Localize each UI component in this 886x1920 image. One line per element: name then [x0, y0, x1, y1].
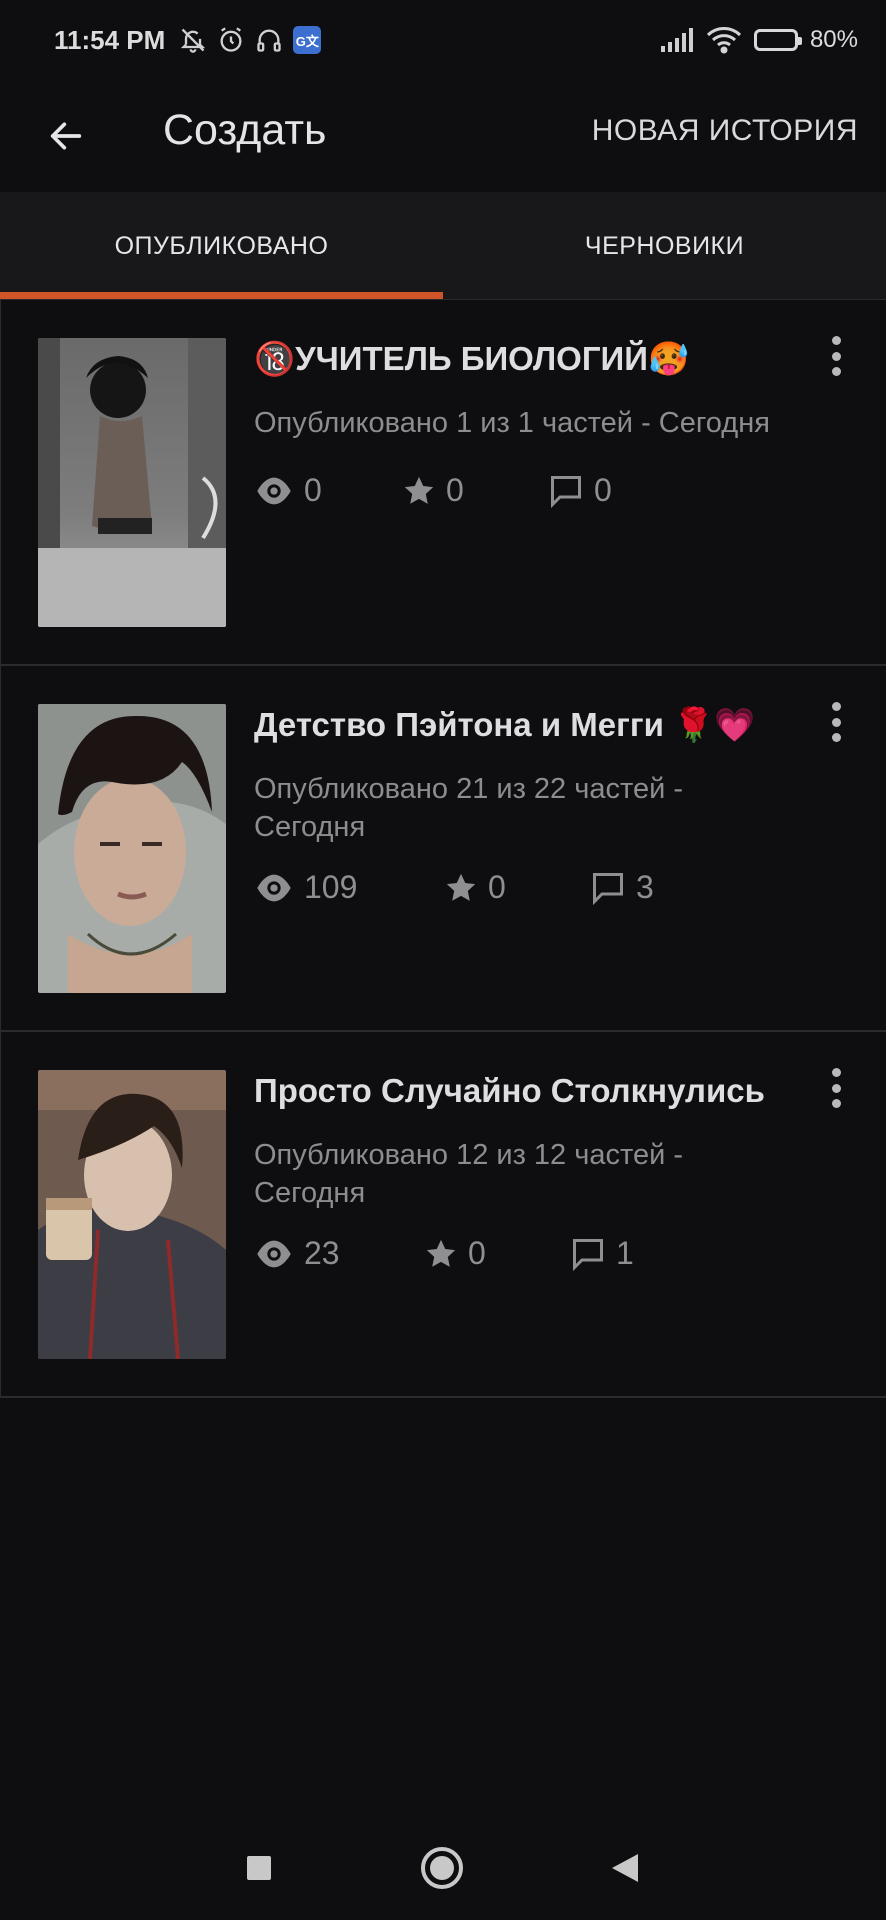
- views-stat: 109: [254, 869, 444, 906]
- notification-icons: G文: [179, 26, 322, 54]
- story-title[interactable]: Просто Случайно Столкнулись: [254, 1072, 794, 1110]
- comments-count: 0: [594, 472, 612, 508]
- mute-bell-icon: [181, 28, 206, 53]
- back-triangle-icon: [612, 1854, 638, 1882]
- signal-icon: [660, 28, 693, 52]
- star-icon: [426, 1239, 456, 1267]
- story-status: Опубликовано 12 из 12 частей - Сегодня: [254, 1139, 683, 1209]
- comment-icon: [551, 475, 581, 508]
- new-story-button[interactable]: НОВАЯ ИСТОРИЯ: [592, 114, 858, 148]
- system-nav-bar: [0, 1820, 886, 1920]
- story-item[interactable]: Просто Случайно Столкнулись Опубликовано…: [0, 1032, 886, 1398]
- recents-square-icon: [247, 1856, 271, 1880]
- status-right: 80%: [660, 26, 858, 54]
- tab-published[interactable]: ОПУБЛИКОВАНО: [0, 192, 443, 300]
- tab-bar: ОПУБЛИКОВАНО ЧЕРНОВИКИ: [0, 192, 886, 300]
- votes-stat: 0: [402, 472, 548, 509]
- comment-icon: [573, 1238, 603, 1271]
- nav-back-button[interactable]: [595, 1838, 655, 1898]
- star-icon: [404, 476, 434, 504]
- story-status: Опубликовано 21 из 22 частей - Сегодня: [254, 773, 683, 843]
- arrow-left-icon: [50, 122, 82, 150]
- views-count: 0: [304, 472, 322, 508]
- eye-icon: [257, 477, 291, 504]
- story-title[interactable]: Детство Пэйтона и Мегги 🌹💗: [254, 706, 794, 745]
- story-stats: 0 0 0: [254, 472, 612, 509]
- back-button[interactable]: [38, 108, 94, 164]
- home-button[interactable]: [412, 1838, 472, 1898]
- votes-stat: 0: [444, 869, 590, 906]
- headphones-icon: [257, 29, 281, 52]
- battery-percent: 80%: [809, 26, 858, 53]
- comments-count: 3: [636, 869, 654, 905]
- views-count: 23: [304, 1235, 340, 1271]
- battery-icon: [753, 29, 802, 51]
- story-stats: 23 0 1: [254, 1235, 634, 1272]
- star-icon: [446, 873, 476, 901]
- eye-icon: [257, 874, 291, 901]
- story-item[interactable]: 🔞УЧИТЕЛЬ БИОЛОГИЙ🥵 Опубликовано 1 из 1 ч…: [0, 300, 886, 666]
- tab-drafts[interactable]: ЧЕРНОВИКИ: [443, 192, 886, 300]
- eye-icon: [257, 1240, 291, 1267]
- story-cover-image: [38, 1070, 226, 1359]
- tab-indicator: [0, 292, 443, 299]
- comments-count: 1: [616, 1235, 634, 1271]
- views-count: 109: [304, 869, 358, 905]
- story-stats: 109 0 3: [254, 869, 654, 906]
- votes-count: 0: [446, 472, 464, 508]
- votes-count: 0: [488, 869, 506, 905]
- alarm-icon: [220, 27, 242, 52]
- votes-count: 0: [468, 1235, 486, 1271]
- story-list: 🔞УЧИТЕЛЬ БИОЛОГИЙ🥵 Опубликовано 1 из 1 ч…: [0, 300, 886, 1398]
- story-title[interactable]: 🔞УЧИТЕЛЬ БИОЛОГИЙ🥵: [254, 340, 794, 379]
- status-left: 11:54 PM G文: [54, 24, 322, 56]
- status-time: 11:54 PM: [54, 24, 166, 55]
- story-cover-image: [38, 338, 226, 627]
- story-status: Опубликовано 1 из 1 частей - Сегодня: [254, 407, 770, 439]
- comments-stat: 0: [548, 472, 612, 509]
- recents-button[interactable]: [229, 1838, 289, 1898]
- google-translate-icon: G文: [293, 26, 322, 54]
- wifi-icon: [706, 27, 741, 54]
- comment-icon: [593, 872, 623, 905]
- more-options-icon[interactable]: [824, 336, 848, 376]
- story-item[interactable]: Детство Пэйтона и Мегги 🌹💗 Опубликовано …: [0, 666, 886, 1032]
- votes-stat: 0: [424, 1235, 570, 1272]
- app-bar: Создать НОВАЯ ИСТОРИЯ: [0, 80, 886, 192]
- comments-stat: 1: [570, 1235, 634, 1272]
- more-options-icon[interactable]: [824, 702, 848, 742]
- views-stat: 0: [254, 472, 402, 509]
- home-circle-icon: [421, 1847, 463, 1889]
- comments-stat: 3: [590, 869, 654, 906]
- views-stat: 23: [254, 1235, 424, 1272]
- more-options-icon[interactable]: [824, 1068, 848, 1108]
- status-bar: 11:54 PM G文 80%: [0, 0, 886, 80]
- story-cover-image: [38, 704, 226, 993]
- page-title: Создать: [163, 106, 327, 154]
